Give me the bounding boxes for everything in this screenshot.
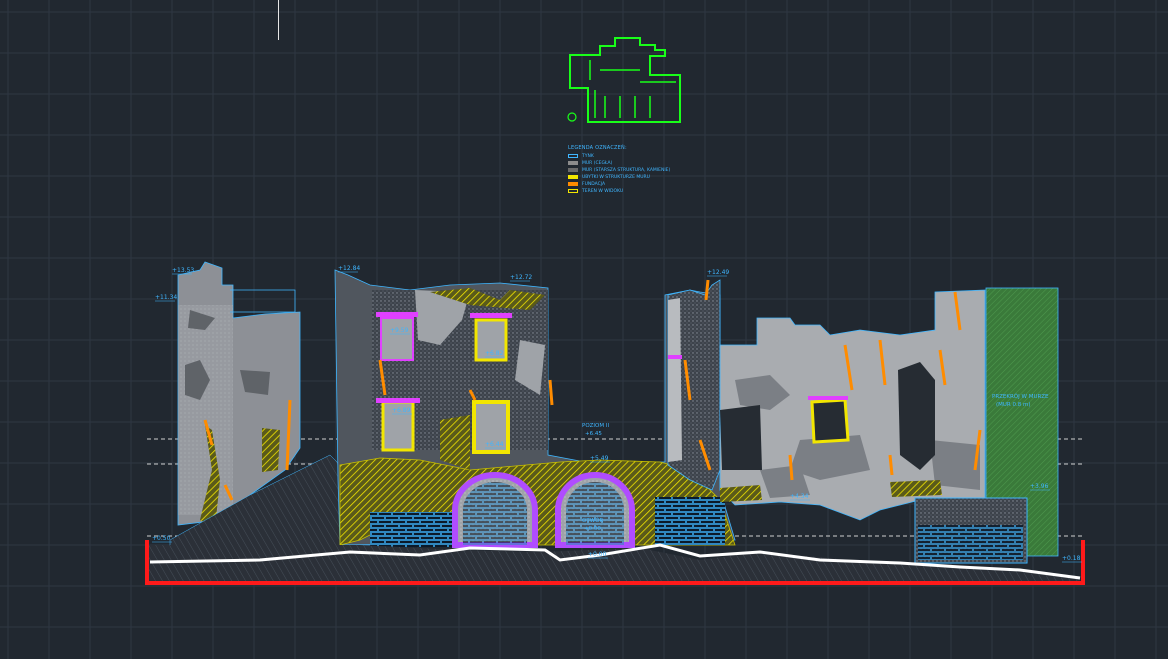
cad-canvas[interactable]: +13.53 +11.34 +12.84 +12.72 +12.49 +9.59 +6.82… <box>0 0 1168 659</box>
elevation-label: +3.96 <box>1030 483 1049 490</box>
middle-pillar <box>667 279 721 491</box>
elevation-label: +12.72 <box>510 274 532 281</box>
plan-marker <box>567 112 577 122</box>
legend-item-teren: TEREN W WIDOKU <box>568 188 743 194</box>
legend-label: TEREN W WIDOKU <box>582 188 624 194</box>
elevation-label: +0.00 <box>588 551 607 558</box>
note-opening: OTWÓR <box>582 517 603 524</box>
window-lintel <box>808 396 848 400</box>
elevation-label: +5.49 <box>590 455 609 462</box>
tower-texture <box>178 305 233 515</box>
opening-dark <box>720 405 762 470</box>
elevation-label: +6.89 <box>392 407 411 414</box>
cad-drawing: +13.53 +11.34 +12.84 +12.72 +12.49 +9.59 +6.82… <box>0 0 1168 659</box>
window-lintel <box>470 313 512 318</box>
brick-panel <box>655 497 725 545</box>
arch-left-inner <box>463 482 527 545</box>
arch-right-inner <box>566 482 624 545</box>
legend-item-mur-cegla: MUR (CEGŁA) <box>568 160 743 166</box>
legend-item-mur-kamien: MUR (STARSZA STRUKTURA, KAMIENIE) <box>568 167 743 173</box>
elevation-label: +4.34 <box>790 493 809 500</box>
opening-dark <box>898 362 935 470</box>
right-wall <box>719 289 986 521</box>
cistern-brick <box>918 525 1023 560</box>
window-top-left <box>380 317 414 361</box>
legend-label: MUR (CEGŁA) <box>582 160 613 166</box>
note-section: PRZEKRÓJ W MURZE <box>992 393 1049 400</box>
site-plan <box>567 37 681 123</box>
note-opening-value: +0.00 <box>584 526 601 532</box>
elevation-label: +12.84 <box>338 265 360 272</box>
pillar-plaster <box>668 298 682 462</box>
elevation-label: +13.53 <box>172 267 194 274</box>
elevation-label: +6.82 <box>485 350 504 357</box>
brick-panel <box>370 512 455 547</box>
note-section-value: (MUR 0.8 m) <box>996 402 1031 408</box>
note-level-value: +6.45 <box>585 431 602 437</box>
legend-swatch <box>568 182 578 186</box>
legend-title: LEGENDA OZNACZEŃ: <box>568 145 627 151</box>
legend-item-ubytki: UBYTKI W STRUKTURZE MURU <box>568 174 743 180</box>
elevation-art <box>145 37 1085 585</box>
elevation-label: +11.34 <box>155 294 177 301</box>
elevation-label: +0.50 <box>152 535 171 542</box>
legend-swatch <box>568 161 578 165</box>
legend-swatch <box>568 154 578 158</box>
opening-window <box>810 398 850 444</box>
legend-label: UBYTKI W STRUKTURZE MURU <box>582 174 650 180</box>
note-level: POZIOM II <box>582 423 609 429</box>
legend-label: TYNK <box>582 153 594 159</box>
legend-swatch <box>568 168 578 172</box>
legend-swatch <box>568 175 578 179</box>
pillar-lintel <box>668 355 682 359</box>
plan-walls <box>589 60 676 118</box>
legend: LEGENDA OZNACZEŃ: TYNK MUR (CEGŁA) MUR (… <box>568 145 743 195</box>
tower-plaster <box>230 289 296 313</box>
tower-loss <box>262 428 280 472</box>
crosshair-cursor <box>278 0 279 40</box>
elevation-label: +12.49 <box>707 269 729 276</box>
legend-item-fundacja: FUNDACJA <box>568 181 743 187</box>
legend-label: MUR (STARSZA STRUKTURA, KAMIENIE) <box>582 167 671 173</box>
legend-swatch <box>568 189 578 193</box>
window-lintel <box>376 312 418 317</box>
window-lintel <box>376 398 420 403</box>
legend-item-tynk: TYNK <box>568 153 743 159</box>
legend-label: FUNDACJA <box>582 181 606 187</box>
elevation-label: +0.18 <box>1062 555 1081 562</box>
elevation-label: +6.44 <box>485 441 504 448</box>
elevation-label: +9.59 <box>390 327 409 334</box>
